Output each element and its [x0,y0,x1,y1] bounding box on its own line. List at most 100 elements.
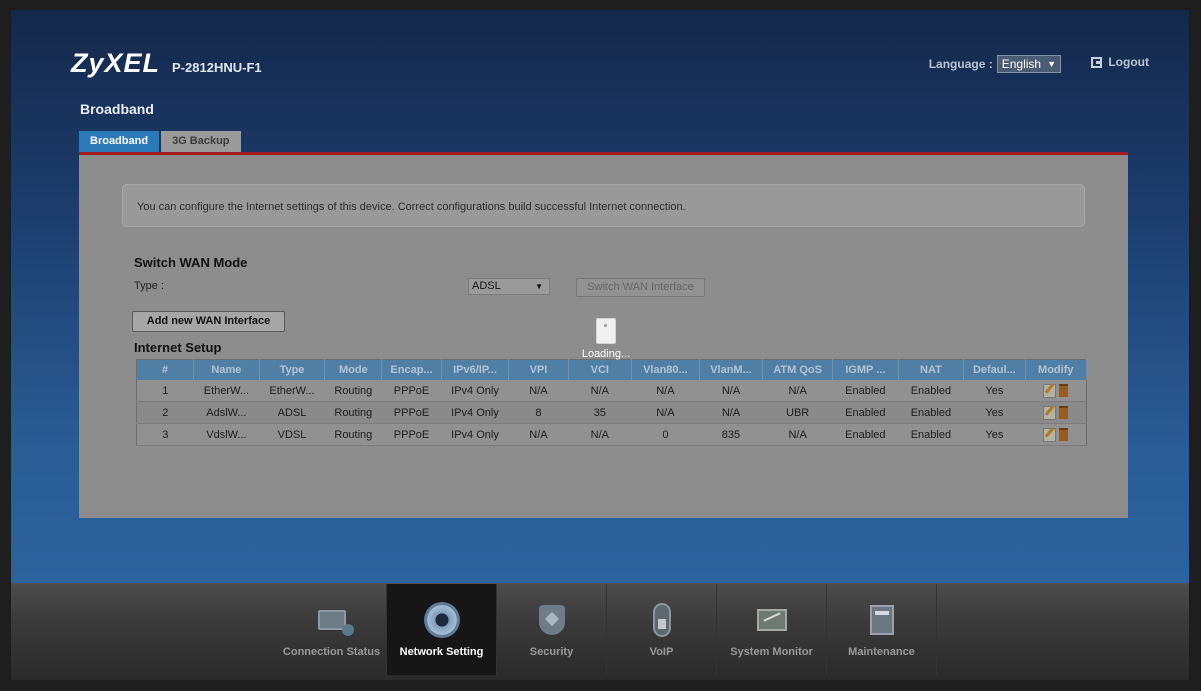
column-header[interactable]: ATM QoS [762,359,834,380]
app-frame: ZyXEL P-2812HNU-F1 Language : English ▼ … [11,10,1189,680]
column-header[interactable]: # [136,359,195,380]
connection-status-icon [314,604,354,636]
table-cell: VDSL [259,423,325,446]
table-row: 3 VdslW... VDSL Routing PPPoE IPv4 Only … [136,423,1087,446]
table-cell: Routing [324,423,382,446]
column-header[interactable]: VlanM... [699,359,764,380]
table-cell: N/A [631,401,700,424]
column-header[interactable]: IGMP ... [832,359,899,380]
table-cell: N/A [762,423,833,446]
gear-icon [424,604,460,636]
logout-icon [1091,56,1103,68]
table-cell: Routing [324,401,382,424]
table-cell: 835 [699,423,763,446]
nav-network-setting[interactable]: Network Setting [387,584,497,675]
edit-icon[interactable] [1043,427,1057,442]
edit-icon[interactable] [1043,405,1057,420]
table-cell: PPPoE [381,401,442,424]
modify-cell [1025,423,1087,446]
loading-text: Loading... [581,348,631,360]
language-label: Language : [928,57,993,71]
add-wan-interface-button[interactable]: Add new WAN Interface [132,311,285,332]
table-cell: Enabled [832,423,899,446]
column-header[interactable]: Vlan80... [631,359,700,380]
wan-interface-table: # Name Type Mode Encap... IPv6/IP... VPI… [136,359,1088,446]
table-cell: N/A [699,401,763,424]
modify-cell [1025,401,1087,424]
table-cell: 2 [136,401,194,424]
shield-icon [534,604,570,636]
table-cell: 0 [631,423,700,446]
loading-icon [596,318,616,344]
bottom-nav-bar: Connection Status Network Setting Securi… [11,583,1189,680]
nav-label: Connection Status [282,646,381,658]
table-cell: UBR [762,401,833,424]
brand-header: ZyXEL P-2812HNU-F1 [71,48,262,79]
nav-security[interactable]: Security [497,584,607,675]
table-cell: Enabled [898,423,964,446]
edit-icon[interactable] [1043,383,1057,398]
nav-maintenance[interactable]: Maintenance [827,584,937,675]
table-cell: ADSL [259,401,325,424]
column-header[interactable]: NAT [898,359,965,380]
column-header[interactable]: Modify [1025,359,1088,380]
chevron-down-icon: ▼ [535,282,543,291]
table-cell: Enabled [898,401,964,424]
table-header-row: # Name Type Mode Encap... IPv6/IP... VPI… [136,359,1088,380]
nav-voip[interactable]: VoIP [607,584,717,675]
table-cell: Enabled [832,380,899,402]
trash-icon[interactable] [1059,428,1069,441]
nav-label: Maintenance [848,646,915,658]
table-cell: PPPoE [381,380,442,402]
table-cell: 35 [568,401,632,424]
table-cell: N/A [762,380,833,402]
trash-icon[interactable] [1059,406,1069,419]
phone-icon [644,603,680,637]
nav-connection-status[interactable]: Connection Status [277,584,387,675]
logout-label: Logout [1108,55,1149,69]
zyxel-logo: ZyXEL [71,48,161,78]
table-row: 1 EtherW... EtherW... Routing PPPoE IPv4… [136,380,1087,402]
column-header[interactable]: VCI [568,359,633,380]
column-header[interactable]: IPv6/IP... [441,359,510,380]
table-cell: N/A [508,380,569,402]
language-dropdown[interactable]: English ▼ [996,55,1061,73]
table-cell: IPv4 Only [441,401,509,424]
internet-setup-title: Internet Setup [134,340,222,355]
table-cell: AdslW... [193,401,260,424]
table-cell: IPv4 Only [441,423,509,446]
table-cell: IPv4 Only [441,380,509,402]
wan-type-select[interactable]: ADSL ▼ [468,278,550,295]
tools-icon [864,604,900,636]
modify-cell [1025,380,1087,402]
page-title: Broadband [80,101,154,117]
table-cell: EtherW... [259,380,325,402]
nav-label: Security [529,646,574,658]
monitor-chart-icon [754,604,790,636]
language-selector: Language : English ▼ [929,55,1061,73]
column-header[interactable]: Mode [324,359,383,380]
nav-label: Network Setting [399,646,484,658]
table-cell: VdslW... [193,423,260,446]
tab-bar: Broadband 3G Backup [79,131,241,153]
switch-wan-interface-button[interactable]: Switch WAN Interface [576,278,705,297]
logout-button[interactable]: Logout [1091,55,1149,69]
wan-type-value: ADSL [472,280,501,292]
table-cell: N/A [508,423,569,446]
column-header[interactable]: VPI [508,359,569,380]
column-header[interactable]: Defaul... [963,359,1026,380]
column-header[interactable]: Encap... [381,359,442,380]
table-cell: N/A [699,380,763,402]
nav-system-monitor[interactable]: System Monitor [717,584,827,675]
trash-icon[interactable] [1059,384,1069,397]
table-cell: 1 [136,380,194,402]
table-cell: Enabled [832,401,899,424]
table-row: 2 AdslW... ADSL Routing PPPoE IPv4 Only … [136,401,1087,424]
column-header[interactable]: Name [193,359,260,380]
table-cell: N/A [568,380,632,402]
column-header[interactable]: Type [259,359,326,380]
tab-3g-backup[interactable]: 3G Backup [161,131,241,153]
table-cell: Enabled [898,380,964,402]
tab-broadband[interactable]: Broadband [79,131,160,153]
model-name: P-2812HNU-F1 [172,60,262,75]
